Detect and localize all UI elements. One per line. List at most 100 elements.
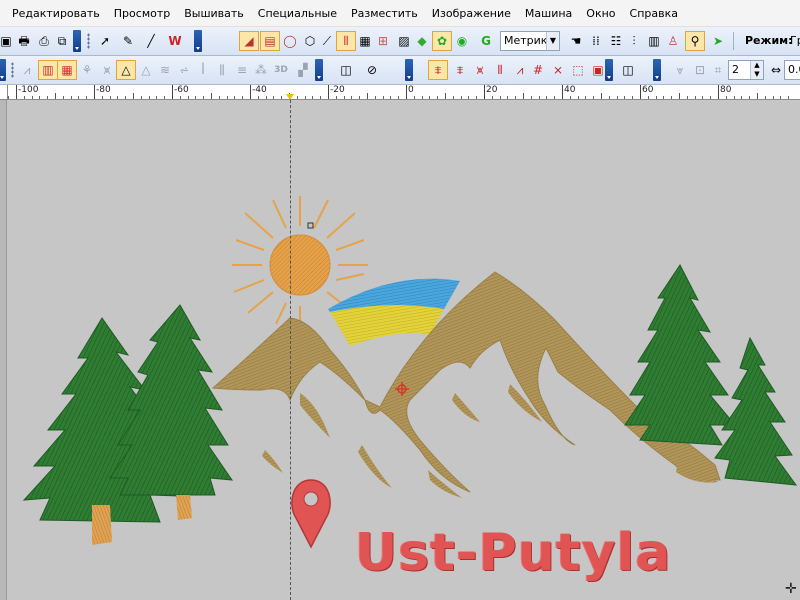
color-icon[interactable]: ◆ xyxy=(412,31,432,51)
hand-icon[interactable]: ☚ xyxy=(566,31,586,51)
toolbar-grip[interactable] xyxy=(605,59,613,81)
outline-shape-icon[interactable]: ◫ xyxy=(336,60,356,80)
person-icon[interactable]: ♙ xyxy=(663,31,683,51)
toolbar-handle[interactable] xyxy=(87,33,90,49)
menu-machine[interactable]: Машина xyxy=(518,0,579,27)
arrow-select-icon[interactable]: ➚ xyxy=(95,31,115,51)
list-icon[interactable]: ☷ xyxy=(606,31,626,51)
toolbar-handle[interactable] xyxy=(11,62,14,78)
split-icon[interactable]: ◫ xyxy=(617,60,639,80)
print-icon[interactable]: 🖶 xyxy=(14,31,34,51)
pine-trunk-small xyxy=(176,495,192,520)
texture-icon[interactable]: ⁂ xyxy=(251,60,271,80)
grid-icon[interactable]: ▦ xyxy=(355,31,375,51)
spin-count-field[interactable]: 2 ▲ ▼ xyxy=(728,60,764,80)
width-icon[interactable]: ⇔ xyxy=(766,60,786,80)
units-select[interactable]: Метрика ▼ xyxy=(500,31,560,51)
ruler-minor-tick xyxy=(757,93,758,99)
toolbar-grip[interactable] xyxy=(405,59,413,81)
width-field[interactable]: 0.0 xyxy=(784,60,800,80)
design-lettering[interactable]: Ust-Putyla xyxy=(355,523,671,583)
closed-object-icon[interactable]: ⊘ xyxy=(362,60,382,80)
tatami-fill-icon[interactable]: ▤ xyxy=(260,31,280,51)
dots-grid-icon[interactable]: ⁞⁞ xyxy=(586,31,606,51)
column-icon[interactable]: ⫴ xyxy=(336,31,356,51)
diamond-fill-icon[interactable]: ⬚ xyxy=(568,60,588,80)
toolbar-grip[interactable] xyxy=(194,30,202,52)
menu-arrange[interactable]: Разместить xyxy=(344,0,425,27)
stitch-type-icon[interactable]: ⩘ xyxy=(17,60,37,80)
hash-icon[interactable]: # xyxy=(528,60,548,80)
ruler-major-tick xyxy=(406,85,407,99)
reshape-icon[interactable]: ✎ xyxy=(118,31,138,51)
spinner-icon[interactable]: ▲ ▼ xyxy=(750,61,763,79)
ribbon-3d-icon[interactable]: 3D xyxy=(270,60,292,80)
layout-icon[interactable]: ⊞ xyxy=(373,31,393,51)
mode-value[interactable]: Гр xyxy=(790,31,800,51)
menu-edit[interactable]: Редактировать xyxy=(10,0,107,27)
stitch-toolbar: ⩘ ▥ ▦ ⚘ ⩙ △ △ ≋ ⩫ ꟾ ⫼ ≡ ⁂ 3D ▞ ◫ ⊘ ⩨ ⩨ ⩙… xyxy=(0,56,800,85)
copy-icon[interactable]: ⧉ xyxy=(52,31,72,51)
crop-icon[interactable]: ⌗ xyxy=(708,60,728,80)
menu-view[interactable]: Просмотр xyxy=(107,0,177,27)
monogram-font-icon[interactable]: W xyxy=(165,31,185,51)
toolbar-grip[interactable] xyxy=(653,59,661,81)
column-c-icon[interactable]: ⫴ xyxy=(490,60,510,80)
toolbar-grip[interactable] xyxy=(73,30,81,52)
location-pin-icon[interactable] xyxy=(291,479,331,549)
wave-icon[interactable]: ⩫ xyxy=(174,60,194,80)
letter-g-icon[interactable]: G xyxy=(476,31,496,51)
menu-image[interactable]: Изображение xyxy=(425,0,518,27)
toolbar-grip[interactable] xyxy=(315,59,323,81)
double-arrow-icon[interactable]: ⩔ xyxy=(670,60,690,80)
vertical-guide-line[interactable] xyxy=(290,100,291,600)
pin-icon[interactable]: ⚲ xyxy=(685,31,705,51)
menu-special[interactable]: Специальные xyxy=(251,0,344,27)
satin-red-icon[interactable]: ⩨ xyxy=(428,60,448,80)
ruler-label: -20 xyxy=(330,85,345,95)
width-value: 0.0 xyxy=(788,63,800,76)
arrow-right-icon[interactable]: ➤ xyxy=(708,31,728,51)
zigzag-icon[interactable]: ≋ xyxy=(155,60,175,80)
export-icon[interactable]: ⎙ xyxy=(34,31,54,51)
ruler-major-tick xyxy=(562,85,563,99)
chevron-down-icon[interactable]: ▼ xyxy=(546,32,559,50)
frame-icon[interactable]: ⊡ xyxy=(690,60,710,80)
mm-stitch-icon[interactable]: ⩙ xyxy=(470,60,490,80)
line-icon[interactable]: ⟋ xyxy=(317,31,337,51)
circle-object-icon[interactable]: ◉ xyxy=(452,31,472,51)
menu-embroider[interactable]: Вышивать xyxy=(177,0,251,27)
shading-icon[interactable]: ▞ xyxy=(293,60,313,80)
triangle-outline-icon[interactable]: △ xyxy=(136,60,156,80)
contour-stitch-icon[interactable]: ⩙ xyxy=(97,60,117,80)
move-cursor-icon: ✛ xyxy=(785,581,797,597)
folder-icon[interactable]: ▥ xyxy=(644,31,664,51)
right-pine-trees[interactable] xyxy=(624,264,798,486)
embroidery-app-window: Редактировать Просмотр Вышивать Специаль… xyxy=(0,0,800,600)
applique-icon[interactable]: ✿ xyxy=(432,31,452,51)
design-canvas[interactable]: Ust-Putyla ✛ xyxy=(0,100,800,600)
horizontal-ruler[interactable]: -100 -80 -60 -40 -20 0 20 40 60 80 xyxy=(0,85,800,100)
lines-icon[interactable]: ≡ xyxy=(232,60,252,80)
column-pattern-icon[interactable]: ⫼ xyxy=(212,60,232,80)
fill-stitch-icon[interactable]: ▦ xyxy=(57,60,77,80)
align-icon[interactable]: ⫶ xyxy=(624,31,644,51)
needle-icon[interactable]: ╱ xyxy=(141,31,161,51)
satin-fill-icon[interactable]: ◢ xyxy=(239,31,259,51)
shape-fill-icon[interactable]: ◯ xyxy=(280,31,300,51)
ww-stitch-icon[interactable]: ⩨ xyxy=(450,60,470,80)
left-pine-trees[interactable] xyxy=(22,304,234,545)
motif-stitch-icon[interactable]: ⚘ xyxy=(77,60,97,80)
object-handle[interactable] xyxy=(307,222,314,229)
menu-window[interactable]: Окно xyxy=(579,0,622,27)
cross-stitch-icon[interactable]: ⨯ xyxy=(548,60,568,80)
toolbar-grip[interactable] xyxy=(0,59,6,81)
satin-stitch-icon[interactable]: ▥ xyxy=(38,60,58,80)
menu-help[interactable]: Справка xyxy=(623,0,685,27)
triangle-stitch-icon[interactable]: △ xyxy=(116,60,136,80)
zigzag-red-icon[interactable]: ⩘ xyxy=(510,60,530,80)
ruler-label: 20 xyxy=(486,85,498,95)
ruler-minor-tick xyxy=(679,93,680,99)
picture-icon[interactable]: ▨ xyxy=(394,31,414,51)
pattern-icon[interactable]: ꟾ xyxy=(193,60,213,80)
